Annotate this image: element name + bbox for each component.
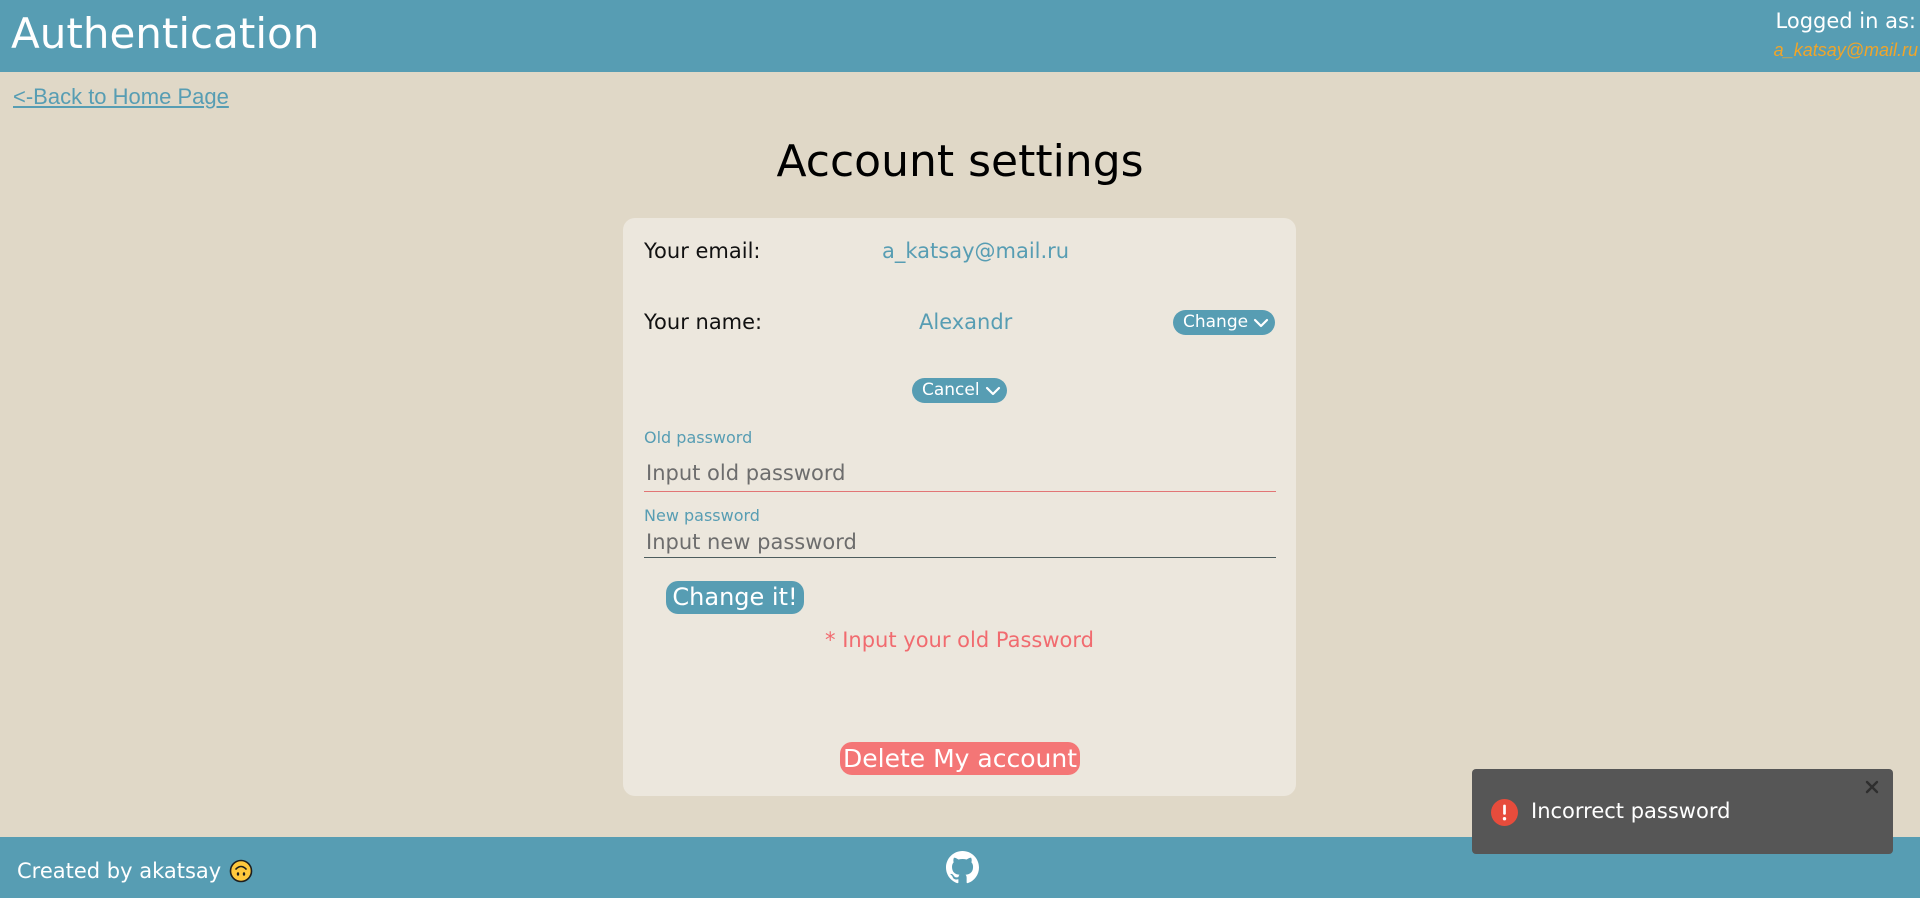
old-password-label: Old password	[644, 428, 753, 447]
account-settings-card: Your email: a_katsay@mail.ru Your name: …	[623, 218, 1296, 796]
footer-credit: Created by akatsay	[17, 859, 253, 883]
old-password-input[interactable]	[644, 454, 1276, 492]
cancel-label: Cancel	[922, 380, 980, 400]
cancel-password-button[interactable]: Cancel	[912, 378, 1007, 403]
upside-down-face-icon	[229, 859, 253, 883]
page-title: Account settings	[776, 136, 1144, 187]
email-value: a_katsay@mail.ru	[882, 239, 1070, 263]
back-to-home-link[interactable]: <-Back to Home Page	[13, 84, 229, 110]
change-password-button[interactable]: Change it!	[666, 581, 804, 614]
email-label: Your email:	[644, 239, 761, 263]
credit-text: Created by akatsay	[17, 859, 222, 883]
error-toast: Incorrect password	[1472, 769, 1893, 854]
chevron-down-icon	[1253, 318, 1269, 327]
close-icon[interactable]	[1864, 779, 1880, 795]
new-password-input[interactable]	[644, 526, 1276, 558]
logged-in-label: Logged in as:	[1775, 9, 1916, 33]
toast-message: Incorrect password	[1531, 799, 1731, 823]
password-error-message: * Input your old Password	[825, 628, 1094, 652]
new-password-label: New password	[644, 506, 760, 525]
name-label: Your name:	[644, 310, 763, 334]
error-icon	[1491, 799, 1518, 826]
github-icon[interactable]	[946, 851, 979, 884]
logged-in-email: a_katsay@mail.ru	[1773, 40, 1918, 60]
change-name-button[interactable]: Change	[1173, 310, 1276, 335]
delete-account-button[interactable]: Delete My account	[840, 742, 1080, 775]
chevron-down-icon	[985, 386, 1000, 395]
app-title: Authentication	[11, 9, 320, 58]
change-name-label: Change	[1183, 312, 1249, 332]
app-header: Authentication Logged in as: a_katsay@ma…	[0, 0, 1920, 72]
name-value: Alexandr	[919, 310, 1013, 334]
